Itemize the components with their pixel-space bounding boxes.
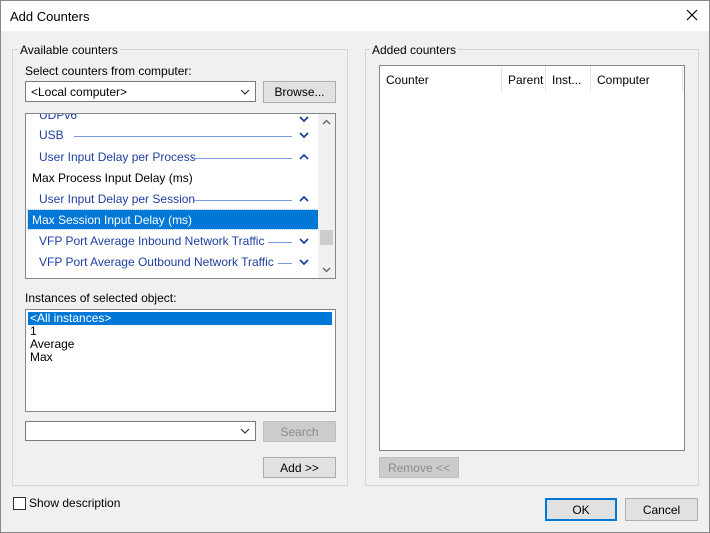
computer-value: <Local computer> <box>31 85 128 99</box>
object-item-vfp-inbound[interactable]: VFP Port Average Inbound Network Traffic <box>28 231 314 252</box>
cancel-button[interactable]: Cancel <box>625 498 698 521</box>
scroll-thumb[interactable] <box>320 230 333 245</box>
close-icon <box>686 9 698 21</box>
instance-item[interactable]: Max <box>28 351 332 364</box>
add-button-label: Add >> <box>280 460 319 475</box>
add-button[interactable]: Add >> <box>263 457 336 478</box>
separator-line <box>268 242 292 243</box>
show-description-checkbox[interactable] <box>13 497 26 510</box>
chevron-down-icon <box>299 259 309 266</box>
object-label: VFP Port Average Outbound Network Traffi… <box>39 255 274 269</box>
dialog-title: Add Counters <box>10 9 90 24</box>
counters-listbox[interactable]: UDPv6 USB User Input Delay per Process M… <box>25 113 336 279</box>
search-combobox[interactable] <box>25 421 256 441</box>
instances-listbox[interactable]: <All instances> 1 Average Max <box>25 309 336 412</box>
object-label: UDPv6 <box>39 113 78 122</box>
ok-button-label: OK <box>572 502 590 517</box>
column-header-computer[interactable]: Computer <box>591 66 683 92</box>
object-label: User Input Delay per Session <box>39 192 196 206</box>
close-button[interactable] <box>681 4 703 26</box>
search-button-label: Search <box>280 424 319 439</box>
instance-item[interactable]: <All instances> <box>28 312 332 325</box>
remove-button[interactable]: Remove << <box>379 457 459 478</box>
scroll-down-icon <box>322 267 331 273</box>
object-item-user-input-delay-session[interactable]: User Input Delay per Session <box>28 189 314 210</box>
counters-scrollbar[interactable] <box>318 114 335 278</box>
chevron-up-icon <box>299 195 309 202</box>
cancel-button-label: Cancel <box>642 502 681 517</box>
counter-item-max-process-input-delay[interactable]: Max Process Input Delay (ms) <box>28 168 318 187</box>
object-item-vfp-outbound[interactable]: VFP Port Average Outbound Network Traffi… <box>28 252 314 273</box>
object-label: USB <box>39 128 64 142</box>
instances-label: Instances of selected object: <box>25 291 177 305</box>
counter-label: Max Session Input Delay (ms) <box>32 213 193 227</box>
available-counters-label: Available counters <box>18 43 120 57</box>
added-counters-list[interactable]: Counter Parent Inst... Computer <box>379 65 685 451</box>
object-label: VFP Port Average Inbound Network Traffic <box>39 234 265 248</box>
browse-button[interactable]: Browse... <box>263 81 336 103</box>
object-item-user-input-delay-process[interactable]: User Input Delay per Process <box>28 147 314 168</box>
chevron-down-icon <box>299 238 309 245</box>
chevron-down-icon <box>240 89 250 95</box>
chevron-up-icon <box>299 153 309 160</box>
column-header-row: Counter Parent Inst... Computer <box>380 66 684 92</box>
scroll-up-icon <box>322 119 331 125</box>
column-header-instance[interactable]: Inst... <box>546 66 591 92</box>
select-computer-label: Select counters from computer: <box>25 64 192 78</box>
instance-item[interactable]: Average <box>28 338 332 351</box>
show-description-label[interactable]: Show description <box>29 496 120 510</box>
separator-line <box>194 200 292 201</box>
added-counters-label: Added counters <box>370 43 459 57</box>
object-item-usb[interactable]: USB <box>28 125 314 146</box>
search-button[interactable]: Search <box>263 421 336 442</box>
separator-line <box>192 158 292 159</box>
remove-button-label: Remove << <box>387 460 451 475</box>
computer-combobox[interactable]: <Local computer> <box>25 81 256 102</box>
chevron-down-icon <box>299 116 309 123</box>
ok-button[interactable]: OK <box>545 498 617 521</box>
browse-button-label: Browse... <box>274 85 325 99</box>
object-label: User Input Delay per Process <box>39 150 196 164</box>
counter-item-max-session-input-delay[interactable]: Max Session Input Delay (ms) <box>27 209 319 230</box>
add-counters-dialog: Add Counters Available counters Select c… <box>0 0 710 533</box>
column-header-parent[interactable]: Parent <box>502 66 546 92</box>
title-bar: Add Counters <box>1 1 709 31</box>
separator-line <box>74 136 292 137</box>
chevron-down-icon <box>240 428 250 434</box>
chevron-down-icon <box>299 132 309 139</box>
counter-label: Max Process Input Delay (ms) <box>32 171 193 185</box>
column-header-counter[interactable]: Counter <box>380 66 502 92</box>
separator-line <box>278 263 292 264</box>
